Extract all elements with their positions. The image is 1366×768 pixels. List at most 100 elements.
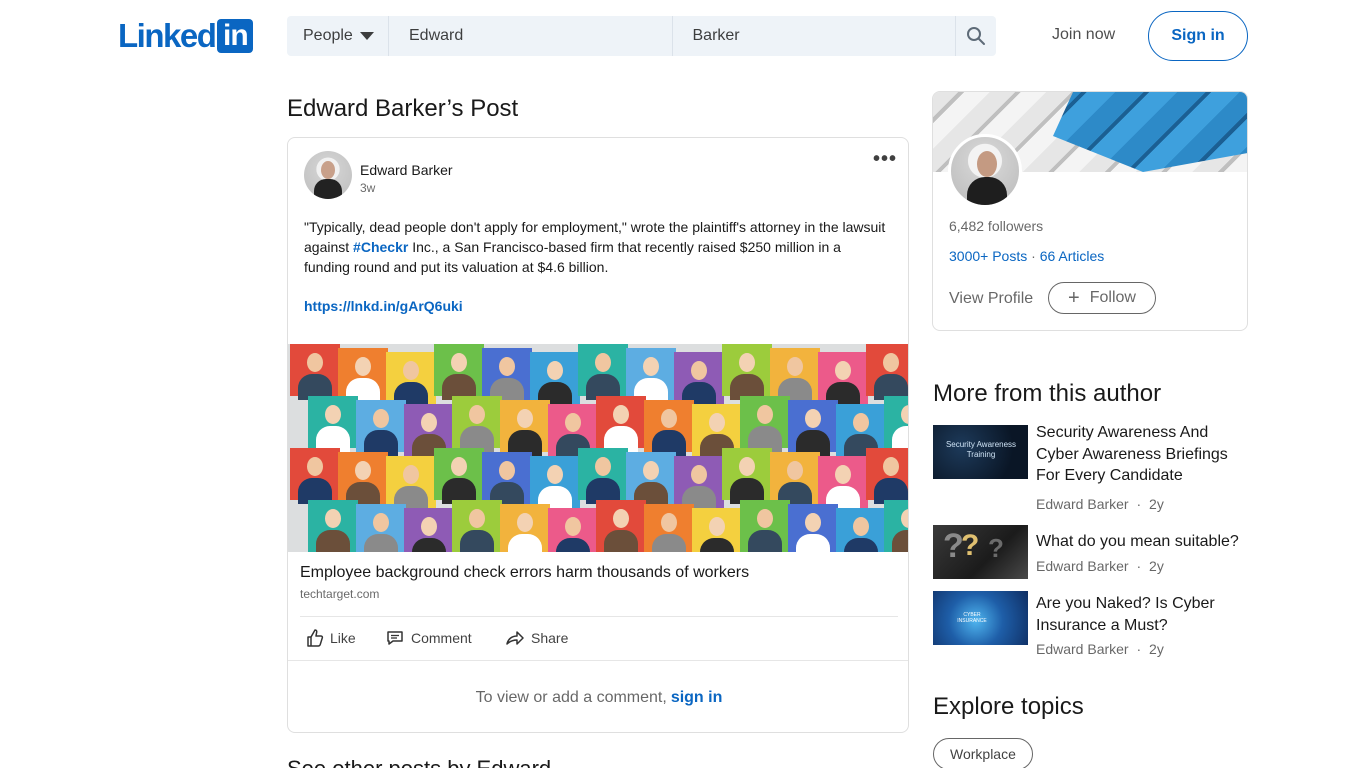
collage-person-tile — [356, 400, 406, 456]
more-options-icon[interactable]: ••• — [873, 148, 897, 171]
collage-torso — [412, 538, 446, 552]
author-article-item[interactable]: ? ? ? What do you mean suitable? Edward … — [933, 525, 1249, 585]
collage-person-tile — [500, 504, 550, 552]
collage-person-tile — [788, 504, 838, 552]
collage-face — [403, 361, 419, 380]
collage-face — [469, 405, 485, 424]
article-author: Edward Barker — [1036, 496, 1129, 512]
separator-dot: · — [1031, 248, 1036, 264]
caret-down-icon — [359, 32, 374, 40]
collage-person-tile — [290, 448, 340, 504]
collage-person-tile — [740, 396, 790, 452]
collage-face — [421, 517, 437, 536]
profile-avatar[interactable] — [948, 134, 1022, 208]
follow-button[interactable]: + Follow — [1048, 282, 1156, 314]
collage-person-tile — [434, 448, 484, 504]
collage-person-tile — [530, 456, 580, 512]
follow-label: Follow — [1089, 289, 1136, 306]
collage-torso — [700, 538, 734, 552]
collage-face — [307, 457, 323, 476]
collage-torso — [796, 534, 830, 552]
collage-face — [595, 457, 611, 476]
article-age: 2y — [1149, 558, 1164, 574]
collage-torso — [556, 538, 590, 552]
collage-face — [691, 465, 707, 484]
collage-face — [883, 457, 899, 476]
collage-person-tile — [500, 400, 550, 456]
collage-person-tile — [386, 456, 436, 512]
like-button[interactable]: Like — [304, 628, 356, 648]
collage-person-tile — [434, 344, 484, 400]
collage-face — [451, 457, 467, 476]
topic-pill-workplace[interactable]: Workplace — [933, 738, 1033, 768]
collage-face — [373, 409, 389, 428]
linkedin-logo[interactable]: Linked in — [118, 19, 254, 53]
collage-person-tile — [404, 508, 454, 552]
collage-face — [883, 353, 899, 372]
article-domain: techtarget.com — [300, 587, 380, 601]
collage-face — [613, 405, 629, 424]
first-name-input[interactable]: Edward — [389, 16, 673, 56]
collage-person-tile — [644, 400, 694, 456]
article-meta: Edward Barker · 2y — [1036, 558, 1164, 574]
last-name-input[interactable]: Barker — [673, 16, 956, 56]
post-url-link[interactable]: https://lnkd.in/gArQ6uki — [304, 298, 463, 314]
collage-face — [661, 513, 677, 532]
author-article-item[interactable]: Security Awareness Training Security Awa… — [933, 424, 1249, 512]
author-avatar[interactable] — [304, 151, 352, 199]
collage-face — [325, 405, 341, 424]
share-button[interactable]: Share — [505, 628, 568, 648]
collage-person-tile — [290, 344, 340, 400]
search-type-dropdown[interactable]: People — [287, 16, 389, 56]
join-now-link[interactable]: Join now — [1052, 26, 1115, 44]
collage-face — [517, 513, 533, 532]
collage-person-tile — [722, 448, 772, 504]
search-icon — [967, 27, 985, 45]
avatar-head — [321, 161, 335, 179]
collage-face — [901, 509, 908, 528]
collage-face — [325, 509, 341, 528]
logo-in-box: in — [217, 19, 254, 53]
collage-person-tile — [530, 352, 580, 408]
collage-person-tile — [818, 352, 868, 408]
article-title-link[interactable]: Employee background check errors harm th… — [300, 564, 749, 582]
collage-face — [757, 405, 773, 424]
profile-avatar-head — [977, 151, 997, 177]
collage-person-tile — [308, 500, 358, 552]
sign-in-button[interactable]: Sign in — [1148, 11, 1248, 61]
collage-person-tile — [866, 448, 908, 504]
view-profile-link[interactable]: View Profile — [949, 290, 1033, 308]
author-article-item[interactable]: CYBER INSURANCE Are you Naked? Is Cyber … — [933, 591, 1249, 657]
page-title: Edward Barker’s Post — [287, 95, 519, 122]
article-image[interactable] — [288, 344, 908, 552]
article-meta: Edward Barker · 2y — [1036, 641, 1164, 657]
like-label: Like — [330, 630, 356, 646]
comment-button[interactable]: Comment — [385, 628, 472, 648]
search-button[interactable] — [956, 16, 996, 56]
hashtag-link[interactable]: #Checkr — [353, 239, 408, 255]
meta-separator: · — [1136, 496, 1142, 512]
collage-face — [595, 353, 611, 372]
collage-face — [709, 517, 725, 536]
collage-person-tile — [548, 508, 598, 552]
avatar-body — [314, 179, 342, 199]
author-name-link[interactable]: Edward Barker — [360, 162, 453, 178]
comment-sign-in-link[interactable]: sign in — [671, 689, 723, 707]
banner-puzzle — [1053, 92, 1247, 172]
plus-icon: + — [1068, 287, 1080, 309]
posts-count-link[interactable]: 3000+ Posts — [949, 248, 1027, 264]
article-age: 2y — [1149, 641, 1164, 657]
collage-person-tile — [770, 348, 820, 404]
article-author: Edward Barker — [1036, 558, 1129, 574]
comment-label: Comment — [411, 630, 472, 646]
collage-person-tile — [884, 396, 908, 452]
collage-person-tile — [626, 348, 676, 404]
collage-face — [307, 353, 323, 372]
collage-face — [499, 461, 515, 480]
articles-count-link[interactable]: 66 Articles — [1040, 248, 1105, 264]
collage-person-tile — [482, 452, 532, 508]
collage-face — [373, 513, 389, 532]
collage-person-tile — [674, 456, 724, 512]
collage-person-tile — [578, 448, 628, 504]
collage-face — [739, 353, 755, 372]
